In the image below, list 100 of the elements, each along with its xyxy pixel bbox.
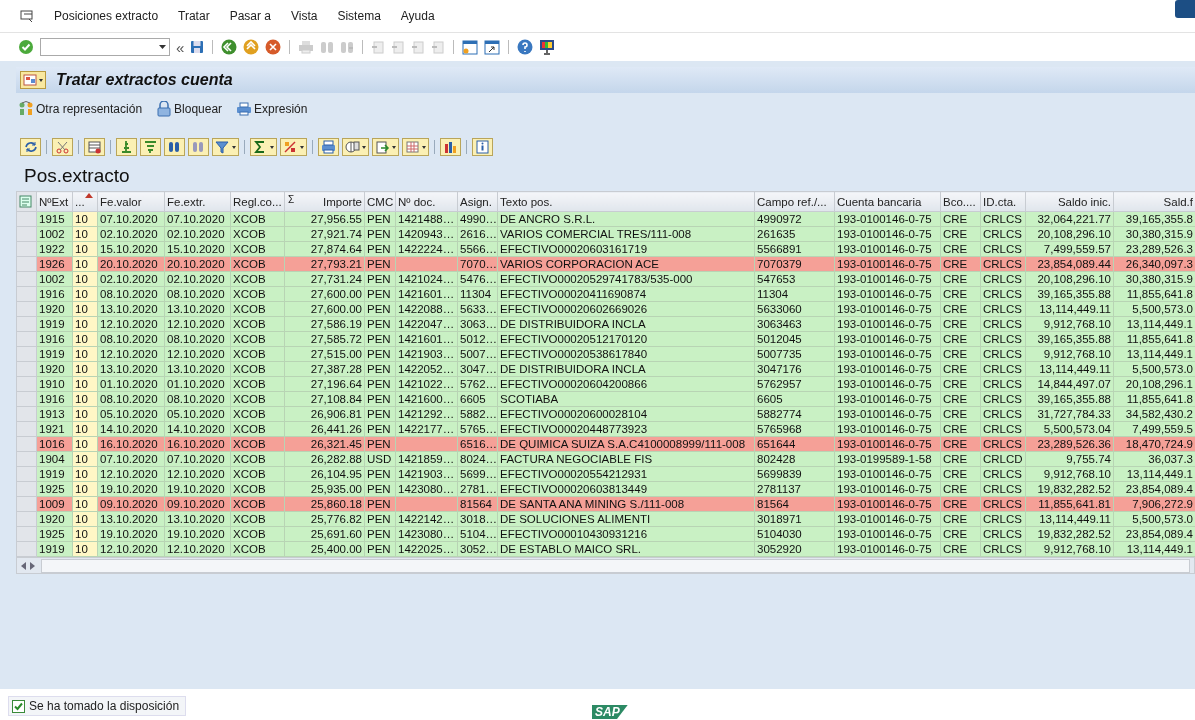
column-header[interactable]: Fe.valor [97, 191, 165, 212]
monitor-icon[interactable] [539, 39, 556, 55]
table-cell: CRE [940, 376, 981, 392]
grid-icon[interactable] [402, 138, 429, 156]
table-cell: XCOB [230, 256, 285, 272]
refresh-icon[interactable] [20, 138, 41, 156]
help-icon[interactable] [517, 39, 534, 55]
table-cell: 27,793.21 [284, 256, 365, 272]
table-cell: 09.10.2020 [164, 496, 231, 512]
table-cell: XCOB [230, 511, 285, 527]
table-cell: 193-0100146-0-75 [834, 541, 941, 557]
table-cell: 1919 [36, 541, 73, 557]
scroll-right-icon[interactable] [29, 561, 35, 570]
toolbar-button[interactable]: Otra representación [18, 101, 143, 117]
window-button[interactable] [1175, 0, 1195, 18]
table-cell: 27,586.19 [284, 316, 365, 332]
table-cell: 23,854,089.44 [1025, 256, 1114, 272]
table-cell: 19.10.2020 [164, 526, 231, 542]
menu-item[interactable]: Tratar [178, 9, 210, 23]
table-cell: DE QUIMICA SUIZA S.A.C4100008999/111-008 [497, 436, 755, 452]
table-cell: EFECTIVO00010430931216 [497, 526, 755, 542]
command-field[interactable] [40, 38, 170, 56]
table-cell: XCOB [230, 451, 285, 467]
info-icon[interactable] [472, 138, 493, 156]
column-header[interactable]: Texto pos. [497, 191, 755, 212]
table-cell: 1916 [36, 391, 73, 407]
table-cell: DE SANTA ANA MINING S./111-008 [497, 496, 755, 512]
column-header[interactable]: ID.cta. [980, 191, 1026, 212]
table-cell: 5762957 [754, 376, 835, 392]
enter-icon[interactable] [18, 39, 34, 55]
table-cell: 5007735 [754, 346, 835, 362]
table-cell: 16.10.2020 [97, 436, 165, 452]
menu-item[interactable]: Sistema [337, 9, 381, 23]
toolbar-button[interactable]: Expresión [236, 101, 308, 117]
table-cell: PEN [364, 286, 396, 302]
table-cell: PEN [364, 511, 396, 527]
subtotal-icon[interactable] [280, 138, 307, 156]
table-cell: PEN [364, 361, 396, 377]
column-label: ... [75, 195, 85, 208]
toolbar-button[interactable]: Bloquear [156, 101, 223, 117]
column-header[interactable]: Nº doc. [395, 191, 458, 212]
column-header[interactable]: Bco.... [940, 191, 981, 212]
sort-ascending-icon[interactable] [116, 138, 137, 156]
export-icon[interactable] [372, 138, 399, 156]
new-window-icon[interactable] [462, 39, 479, 55]
chart-icon[interactable] [440, 138, 461, 156]
table-cell: 11304 [457, 286, 498, 302]
collapse-button[interactable]: « [176, 38, 185, 56]
menu-button[interactable] [20, 71, 46, 89]
menu-item[interactable]: Vista [291, 9, 318, 23]
table-cell: 193-0100146-0-75 [834, 226, 941, 242]
table-cell: CRE [940, 241, 981, 257]
table-cell: 3063463 [754, 316, 835, 332]
table-cell: 1422052… [395, 361, 458, 377]
column-header[interactable]: ... [72, 191, 98, 212]
sap-logo: SAP [592, 705, 628, 719]
column-header[interactable]: Campo ref./... [754, 191, 835, 212]
table-cell: 1423080… [395, 526, 458, 542]
column-header[interactable]: Asign. [457, 191, 498, 212]
sum-icon[interactable] [250, 138, 277, 156]
view-icon[interactable] [342, 138, 369, 156]
table-cell: 1421488… [395, 211, 458, 227]
select-all-button[interactable] [16, 191, 37, 212]
column-header[interactable]: Sald.f [1113, 191, 1195, 212]
table-cell: 1920 [36, 511, 73, 527]
table-cell: 5012045 [754, 331, 835, 347]
table-cell: 13,114,449.11 [1025, 361, 1114, 377]
save-icon[interactable] [190, 40, 205, 54]
column-header[interactable]: Σ Importe [284, 191, 365, 212]
shortcut-icon[interactable] [484, 39, 501, 55]
table-cell: 26,906.81 [284, 406, 365, 422]
table-cell: 3052920 [754, 541, 835, 557]
back-icon[interactable] [221, 39, 238, 55]
table-cell: 11304 [754, 286, 835, 302]
column-label: Fe.extr. [167, 195, 206, 208]
menu-item[interactable]: Pasar a [229, 9, 271, 23]
menu-item[interactable]: Posiciones extracto [54, 9, 159, 23]
filter-icon[interactable] [212, 138, 239, 156]
sort-descending-icon[interactable] [140, 138, 161, 156]
column-header[interactable]: Fe.extr. [164, 191, 231, 212]
menu-icon[interactable] [20, 10, 34, 22]
table-cell: 1925 [36, 526, 73, 542]
table-cell: 7070379 [754, 256, 835, 272]
table-cell: 13,114,449.11 [1025, 301, 1114, 317]
column-header[interactable]: Saldo inic. [1025, 191, 1114, 212]
scissors-icon[interactable] [52, 138, 73, 156]
column-header[interactable]: Cuenta bancaria [834, 191, 941, 212]
scroll-left-icon[interactable] [21, 561, 27, 570]
menu-item[interactable]: Ayuda [400, 9, 435, 23]
table-cell: PEN [364, 241, 396, 257]
exit-icon[interactable] [243, 39, 260, 55]
cancel-icon[interactable] [265, 39, 282, 55]
print-icon[interactable] [318, 138, 339, 156]
table-icon[interactable] [84, 138, 105, 156]
table-cell: 193-0100146-0-75 [834, 286, 941, 302]
table-cell: 10 [72, 436, 98, 452]
horizontal-scrollbar[interactable] [16, 557, 1195, 574]
table-cell: CRE [940, 286, 981, 302]
table-cell: EFECTIVO00020602669026 [497, 301, 755, 317]
table-cell: CRLCS [980, 361, 1026, 377]
